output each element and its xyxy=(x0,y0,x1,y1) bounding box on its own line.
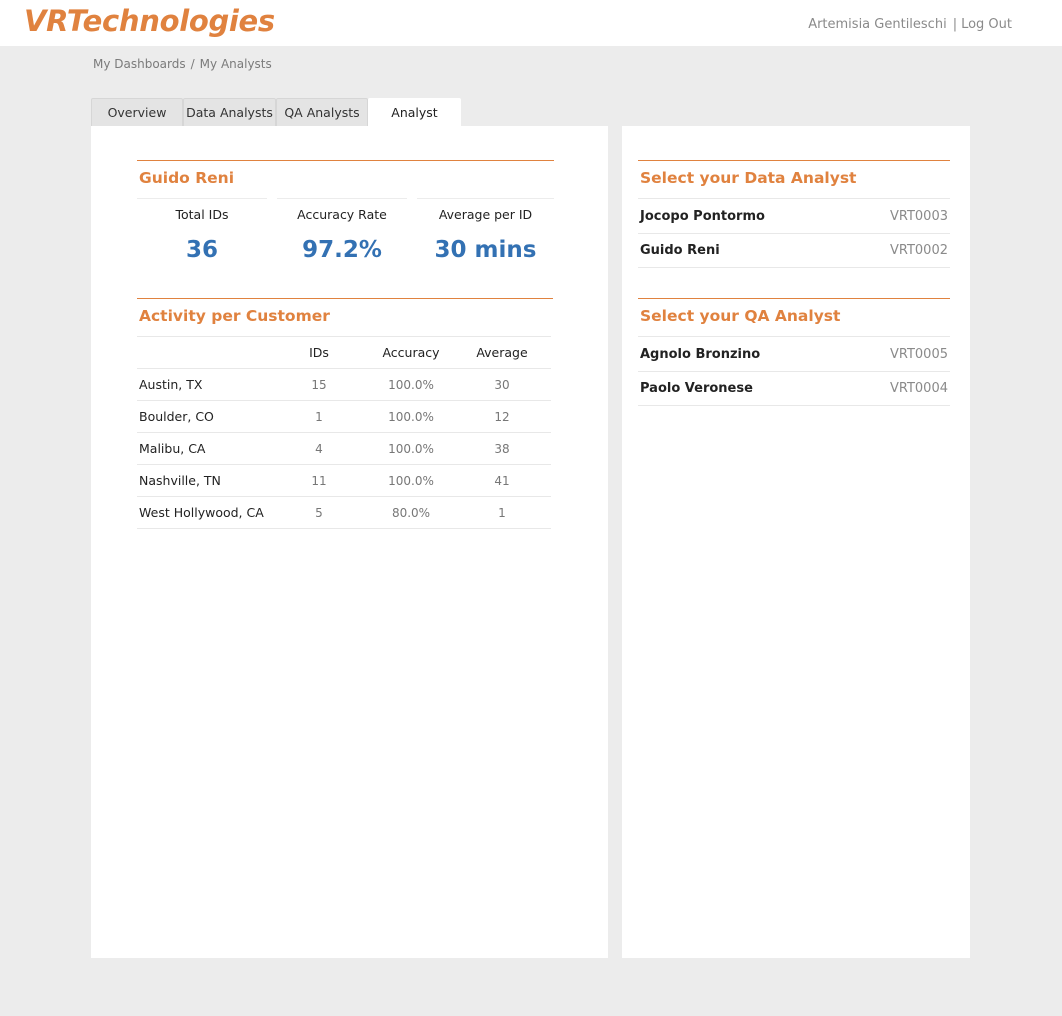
ids-cell: 11 xyxy=(269,464,369,497)
accuracy-cell: 100.0% xyxy=(369,400,453,433)
tab-data-analysts[interactable]: Data Analysts xyxy=(183,98,276,126)
qa-analyst-item[interactable]: Agnolo Bronzino VRT0005 xyxy=(638,336,950,371)
accuracy-cell: 100.0% xyxy=(369,464,453,497)
analyst-detail-panel: Guido Reni Total IDs 36 Accuracy Rate 97… xyxy=(91,126,608,958)
average-cell: 12 xyxy=(453,400,551,433)
customer-cell: Malibu, CA xyxy=(137,432,269,465)
stat-total-ids: Total IDs 36 xyxy=(137,198,267,274)
table-row: Nashville, TN 11 100.0% 41 xyxy=(137,464,551,497)
tab-overview[interactable]: Overview xyxy=(91,98,183,126)
ids-cell: 5 xyxy=(269,496,369,529)
data-analyst-title: Select your Data Analyst xyxy=(640,169,857,187)
tab-qa-analysts[interactable]: QA Analysts xyxy=(276,98,368,126)
accuracy-cell: 100.0% xyxy=(369,432,453,465)
qa-analyst-list: Agnolo Bronzino VRT0005 Paolo Veronese V… xyxy=(638,336,950,406)
data-analyst-item[interactable]: Jocopo Pontormo VRT0003 xyxy=(638,198,950,233)
stat-accuracy-rate-value: 97.2% xyxy=(302,237,382,263)
activity-title: Activity per Customer xyxy=(139,307,330,325)
analyst-item-name: Paolo Veronese xyxy=(640,381,753,396)
qa-analyst-header: Select your QA Analyst xyxy=(638,298,950,336)
customer-cell: Boulder, CO xyxy=(137,400,269,433)
column-header-accuracy: Accuracy xyxy=(369,336,453,369)
brand-logo[interactable]: VRTechnologies xyxy=(24,4,275,38)
average-cell: 38 xyxy=(453,432,551,465)
top-bar: VRTechnologies Artemisia Gentileschi | Log… xyxy=(0,0,1062,46)
analyst-item-name: Guido Reni xyxy=(640,243,720,258)
customer-cell: Nashville, TN xyxy=(137,464,269,497)
analyst-item-code: VRT0005 xyxy=(889,346,948,362)
qa-analyst-item[interactable]: Paolo Veronese VRT0004 xyxy=(638,371,950,406)
analyst-item-code: VRT0002 xyxy=(889,243,948,258)
stat-accuracy-rate-label: Accuracy Rate xyxy=(297,207,387,222)
analyst-selector-panel: Select your Data Analyst Jocopo Pontormo… xyxy=(622,126,970,958)
breadcrumb: My Dashboards / My Analysts xyxy=(93,57,272,71)
customer-cell: Austin, TX xyxy=(137,368,269,401)
analyst-name-header: Guido Reni xyxy=(137,160,554,198)
analyst-item-code: VRT0003 xyxy=(889,208,948,224)
table-row: Malibu, CA 4 100.0% 38 xyxy=(137,432,551,465)
average-cell: 1 xyxy=(453,496,551,529)
user-separator: | xyxy=(952,17,958,32)
stat-average-per-id: Average per ID 30 mins xyxy=(417,198,554,274)
activity-header: Activity per Customer xyxy=(137,298,553,336)
ids-cell: 15 xyxy=(269,368,369,401)
user-area: Artemisia Gentileschi | Log Out xyxy=(808,17,1012,32)
average-cell: 30 xyxy=(453,368,551,401)
qa-analyst-title: Select your QA Analyst xyxy=(640,307,841,325)
breadcrumb-my-dashboards[interactable]: My Dashboards xyxy=(93,57,186,71)
stat-total-ids-value: 36 xyxy=(185,237,218,263)
column-header-ids: IDs xyxy=(269,336,369,369)
table-row: West Hollywood, CA 5 80.0% 1 xyxy=(137,496,551,529)
stat-average-per-id-value: 30 mins xyxy=(434,237,537,263)
column-header-average: Average xyxy=(453,336,551,369)
stat-average-per-id-label: Average per ID xyxy=(438,207,533,222)
average-cell: 41 xyxy=(453,464,551,497)
analyst-item-code: VRT0004 xyxy=(889,381,948,396)
stat-accuracy-rate: Accuracy Rate 97.2% xyxy=(277,198,407,274)
activity-table: IDs Accuracy Average Austin, TX 15 100.0… xyxy=(137,336,551,529)
data-analyst-header: Select your Data Analyst xyxy=(638,160,950,198)
customer-cell: West Hollywood, CA xyxy=(137,496,269,529)
tab-analyst[interactable]: Analyst xyxy=(368,98,461,126)
data-analyst-item[interactable]: Guido Reni VRT0002 xyxy=(638,233,950,268)
breadcrumb-my-analysts[interactable]: My Analysts xyxy=(200,57,272,71)
analyst-name: Guido Reni xyxy=(139,169,235,187)
column-header-customer xyxy=(137,336,269,369)
analyst-item-name: Agnolo Bronzino xyxy=(640,346,761,362)
table-row: Boulder, CO 1 100.0% 12 xyxy=(137,400,551,433)
accuracy-cell: 100.0% xyxy=(369,368,453,401)
logout-link[interactable]: Log Out xyxy=(961,17,1012,32)
data-analyst-list: Jocopo Pontormo VRT0003 Guido Reni VRT00… xyxy=(638,198,950,268)
analyst-item-name: Jocopo Pontormo xyxy=(640,208,765,224)
accuracy-cell: 80.0% xyxy=(369,496,453,529)
ids-cell: 4 xyxy=(269,432,369,465)
breadcrumb-separator: / xyxy=(190,57,195,71)
ids-cell: 1 xyxy=(269,400,369,433)
table-row: Austin, TX 15 100.0% 30 xyxy=(137,368,551,401)
stat-total-ids-label: Total IDs xyxy=(175,207,229,222)
activity-table-header: IDs Accuracy Average xyxy=(137,336,551,369)
user-name[interactable]: Artemisia Gentileschi xyxy=(808,17,947,32)
